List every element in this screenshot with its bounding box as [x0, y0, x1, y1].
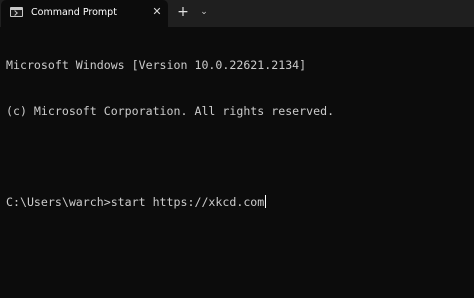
- tab-dropdown-icon[interactable]: ⌄: [197, 3, 211, 21]
- terminal-icon: [10, 7, 23, 17]
- tab-command-prompt[interactable]: Command Prompt ✕: [1, 0, 168, 27]
- terminal-window: Command Prompt ✕ + ⌄ Microsoft Windows […: [0, 0, 474, 298]
- terminal-line: (c) Microsoft Corporation. All rights re…: [6, 104, 335, 118]
- command-text: C:\Users\warch>start https://xkcd.com: [6, 195, 265, 210]
- text-cursor: [265, 195, 267, 209]
- tab-title: Command Prompt: [31, 7, 117, 18]
- new-tab-button[interactable]: +: [176, 3, 190, 21]
- terminal-output[interactable]: Microsoft Windows [Version 10.0.22621.21…: [6, 28, 468, 294]
- terminal-line: Microsoft Windows [Version 10.0.22621.21…: [6, 58, 307, 73]
- close-tab-icon[interactable]: ✕: [151, 4, 163, 20]
- title-bar: Command Prompt ✕ + ⌄: [0, 0, 474, 27]
- terminal-input-line[interactable]: C:\Users\warch>start https://xkcd.com: [6, 195, 468, 210]
